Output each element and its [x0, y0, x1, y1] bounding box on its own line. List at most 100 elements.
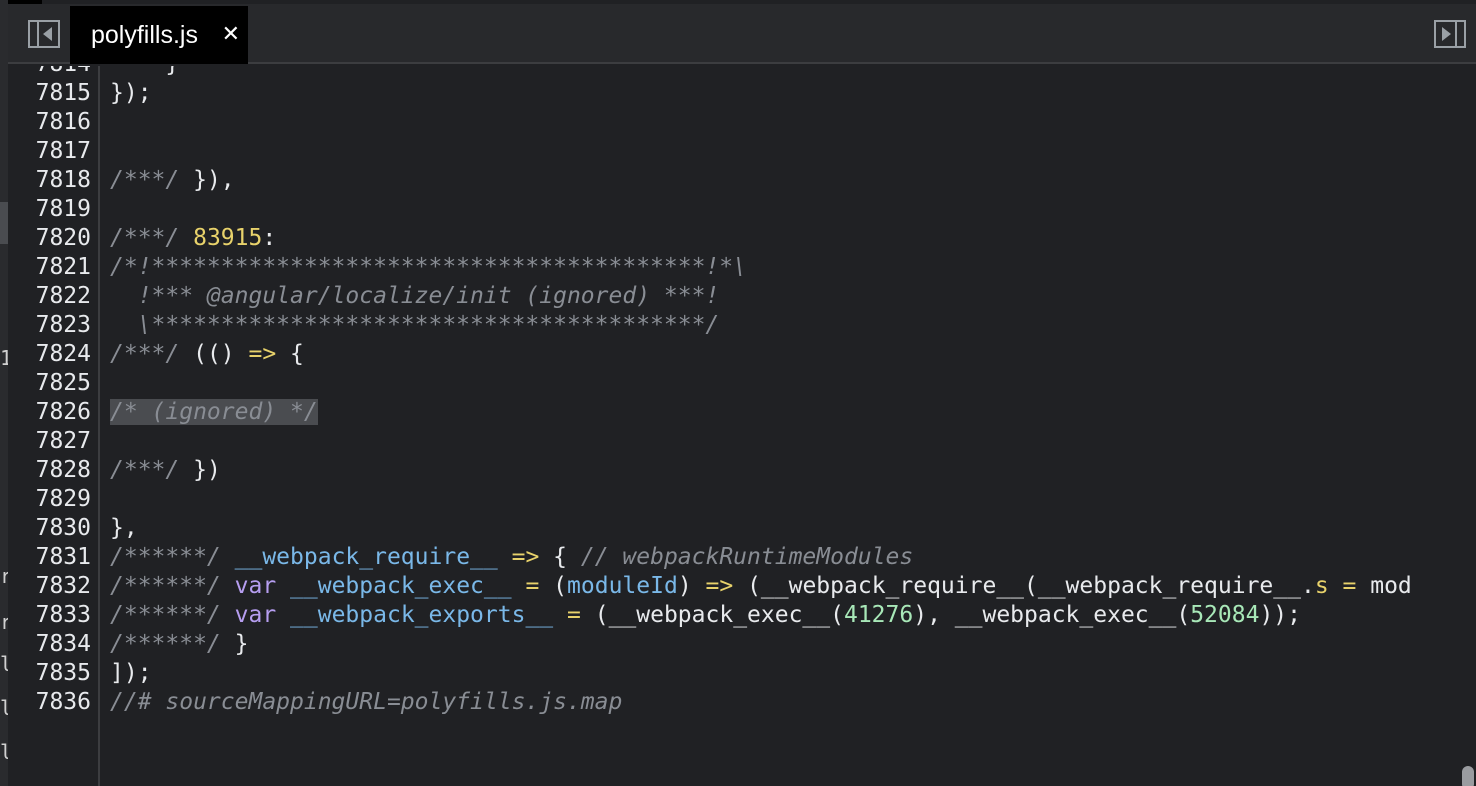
code-token: // webpackRuntimeModules: [580, 544, 914, 570]
line-number[interactable]: 7829: [8, 485, 91, 514]
code-line[interactable]: 7822 !*** @angular/localize/init (ignore…: [8, 282, 1476, 311]
code-text: /***/ (() => {: [91, 340, 304, 369]
navigator-strip[interactable]: 1 r r l l l: [0, 0, 8, 786]
code-line[interactable]: 7833/******/ var __webpack_exports__ = (…: [8, 601, 1476, 630]
code-line[interactable]: 7835]);: [8, 659, 1476, 688]
code-line[interactable]: 7830},: [8, 514, 1476, 543]
code-token: moduleId: [567, 573, 678, 599]
line-number[interactable]: 7832: [8, 572, 91, 601]
code-token: /******/: [110, 544, 221, 570]
code-line[interactable]: 7834/******/ }: [8, 630, 1476, 659]
toggle-debugger-button[interactable]: [1434, 20, 1466, 48]
line-number[interactable]: 7816: [8, 108, 91, 137]
code-text: /******/ __webpack_require__ => { // web…: [91, 543, 913, 572]
code-line[interactable]: 7829: [8, 485, 1476, 514]
line-number[interactable]: 7830: [8, 514, 91, 543]
code-token: 52084: [1190, 602, 1260, 628]
code-token: (__webpack_exec__(: [580, 602, 844, 628]
line-number[interactable]: 7825: [8, 369, 91, 398]
code-text: \***************************************…: [91, 311, 720, 340]
code-token: });: [110, 80, 152, 106]
code-line[interactable]: 7827: [8, 427, 1476, 456]
code-line[interactable]: 7816: [8, 108, 1476, 137]
code-line[interactable]: 7820/***/ 83915:: [8, 224, 1476, 253]
line-number[interactable]: 7824: [8, 340, 91, 369]
code-token: \***************************************…: [110, 312, 720, 338]
code-line[interactable]: 7819: [8, 195, 1476, 224]
code-token: =: [1342, 573, 1357, 599]
code-token: /***/: [110, 457, 180, 483]
code-token: =>: [248, 341, 277, 367]
line-number[interactable]: 7817: [8, 137, 91, 166]
code-token: /******/: [110, 631, 221, 657]
code-token: /*!*************************************…: [110, 254, 747, 280]
code-text: /******/ }: [91, 630, 248, 659]
line-number[interactable]: 7834: [8, 630, 91, 659]
code-line[interactable]: 7817: [8, 137, 1476, 166]
sidebar-left-toggle-icon: [28, 20, 60, 48]
code-token: {: [539, 544, 581, 570]
code-token: }): [179, 457, 221, 483]
code-text: /* (ignored) */: [91, 398, 318, 427]
line-number[interactable]: 7820: [8, 224, 91, 253]
code-line[interactable]: 7825: [8, 369, 1476, 398]
line-number[interactable]: 7814: [8, 66, 91, 79]
line-number[interactable]: 7836: [8, 688, 91, 717]
code-token: var: [234, 602, 277, 628]
code-token: __webpack_exec__: [290, 573, 512, 599]
line-number[interactable]: 7831: [8, 543, 91, 572]
code-token: {: [276, 341, 304, 367]
line-number[interactable]: 7815: [8, 79, 91, 108]
line-number[interactable]: 7835: [8, 659, 91, 688]
line-number[interactable]: 7821: [8, 253, 91, 282]
code-line[interactable]: 7821 /*!*********************************…: [8, 253, 1476, 282]
code-token: }: [110, 66, 179, 77]
vertical-scrollbar[interactable]: [1462, 766, 1474, 786]
code-line[interactable]: 7836 //# sourceMappingURL=polyfills.js.ma…: [8, 688, 1476, 717]
code-token: /* (ignored) */: [110, 399, 318, 425]
line-number[interactable]: 7822: [8, 282, 91, 311]
code-line[interactable]: 7826 /* (ignored) */: [8, 398, 1476, 427]
code-line[interactable]: 7815});: [8, 79, 1476, 108]
code-token: =>: [705, 573, 734, 599]
code-line[interactable]: 7832/******/ var __webpack_exec__ = (mod…: [8, 572, 1476, 601]
code-line[interactable]: 7823 \**********************************…: [8, 311, 1476, 340]
code-text: },: [91, 514, 138, 543]
toggle-navigator-button[interactable]: [28, 20, 60, 48]
code-text: ]);: [91, 659, 152, 688]
code-token: },: [110, 515, 138, 541]
code-line[interactable]: 7828/***/ }): [8, 456, 1476, 485]
line-number[interactable]: 7819: [8, 195, 91, 224]
tab-polyfills-js[interactable]: polyfills.js ✕: [70, 6, 248, 64]
line-number[interactable]: 7827: [8, 427, 91, 456]
code-token: ): [677, 573, 706, 599]
line-number[interactable]: 7826: [8, 398, 91, 427]
code-editor[interactable]: 7814 }7815});781678177818/***/ }),781978…: [8, 66, 1476, 786]
code-line[interactable]: 7814 }: [8, 66, 1476, 79]
line-number[interactable]: 7823: [8, 311, 91, 340]
code-line[interactable]: 7824/***/ (() => {: [8, 340, 1476, 369]
devtools-sources-panel: 1 r r l l l polyfills.js ✕ 7814: [0, 0, 1476, 786]
navigator-glyph: 1: [0, 348, 8, 368]
code-text: /***/ }): [91, 456, 221, 485]
line-number[interactable]: 7828: [8, 456, 91, 485]
line-number[interactable]: 7833: [8, 601, 91, 630]
code-token: =: [567, 602, 581, 628]
sidebar-right-toggle-icon: [1434, 20, 1466, 48]
code-line[interactable]: 7831/******/ __webpack_require__ => { //…: [8, 543, 1476, 572]
close-icon[interactable]: ✕: [222, 24, 240, 46]
code-lines: 7814 }7815});781678177818/***/ }),781978…: [8, 66, 1476, 717]
code-line[interactable]: 7818/***/ }),: [8, 166, 1476, 195]
code-token: (: [539, 573, 568, 599]
line-number[interactable]: 7818: [8, 166, 91, 195]
navigator-glyph: l: [0, 742, 8, 762]
code-token: =: [525, 573, 540, 599]
